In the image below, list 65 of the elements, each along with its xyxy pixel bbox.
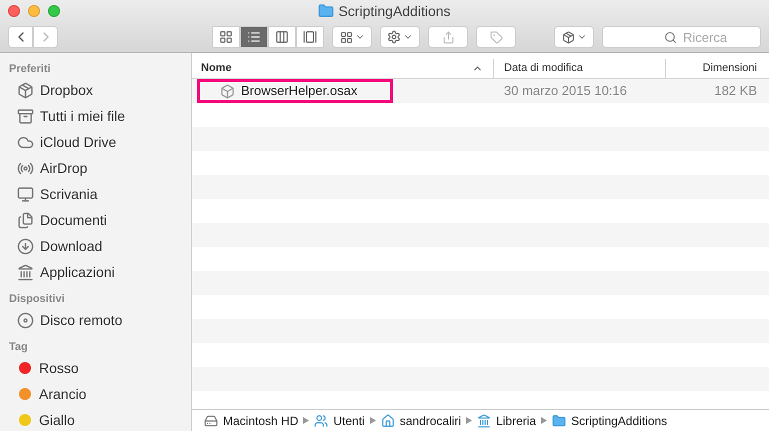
sidebar-item[interactable]: Documenti [9,207,191,233]
path-item[interactable]: ScriptingAdditions [571,412,668,430]
sidebar-item[interactable]: iCloud Drive [9,129,191,155]
sidebar-item[interactable]: Arancio [9,381,191,407]
arrange-button[interactable] [332,26,372,48]
users-folder-icon [314,414,328,428]
column-header[interactable]: Nome [192,59,494,78]
tray-icon [17,108,34,124]
sidebar-item[interactable]: Dropbox [9,77,191,103]
search-icon [664,31,677,44]
view-mode-button[interactable] [240,26,268,48]
zoom-button[interactable] [48,5,60,17]
view-mode-button[interactable] [296,26,324,48]
view-mode-button[interactable] [268,26,296,48]
coverflow-icon [303,30,317,44]
column-header[interactable]: Dimensioni [666,59,769,78]
disc-icon [17,312,34,328]
hard-drive-icon [204,414,218,428]
gear-icon [387,30,401,44]
share-icon [442,30,454,44]
columns-icon [275,30,289,44]
sidebar-item[interactable]: Tutti i miei file [9,103,191,129]
back-button[interactable] [8,26,33,48]
search-field[interactable]: Ricerca [602,26,761,48]
sidebar-item[interactable]: Download [9,233,191,259]
dropbox-button[interactable] [554,26,594,48]
date-cell-text: 30 marzo 2015 10:16 [503,82,628,100]
sidebar-heading: Dispositivi [9,292,66,307]
separator-arrow-icon [303,417,310,424]
monitor-icon [17,186,34,202]
folder-icon [552,414,566,428]
window-title: ScriptingAdditions [338,2,451,21]
path-item[interactable]: Utenti [333,412,365,430]
sidebar-heading: Preferiti [9,62,52,77]
separator-arrow-icon [466,417,472,424]
library-folder-icon [477,414,492,428]
separator-arrow-icon [370,417,376,424]
download-icon [17,238,34,254]
sidebar-item[interactable]: AirDrop [9,155,191,181]
sidebar-item[interactable]: Giallo [9,407,191,431]
tag-icon [490,30,502,44]
column-header[interactable]: Data di modifica [494,59,666,78]
sidebar-item[interactable]: Scrivania [9,181,191,207]
sidebar-item[interactable]: Rosso [9,355,191,381]
folder-icon [318,3,334,19]
box-icon [562,30,574,44]
path-item[interactable]: Libreria [496,412,536,430]
plugin-icon [220,84,235,98]
close-button[interactable] [8,5,20,17]
grid-icon [340,30,352,44]
sidebar-item[interactable]: Disco remoto [9,307,191,333]
sidebar-heading: Tag [9,340,29,355]
grid-icon [219,30,233,44]
separator-arrow-icon [541,417,548,424]
home-icon [380,414,395,428]
action-button[interactable] [380,26,420,48]
path-item[interactable]: Macintosh HD [223,412,298,430]
file-row[interactable]: BrowserHelper.osax 30 marzo 2015 10:16 182 KB [192,79,769,103]
name-cell: BrowserHelper.osax [197,79,393,103]
documents-icon [17,212,34,228]
list-icon [247,30,261,44]
view-mode-button[interactable] [212,26,240,48]
sidebar-item[interactable]: Applicazioni [9,259,191,285]
path-item[interactable]: sandrocaliri [400,412,462,430]
size-cell-text: 182 KB [713,82,758,100]
